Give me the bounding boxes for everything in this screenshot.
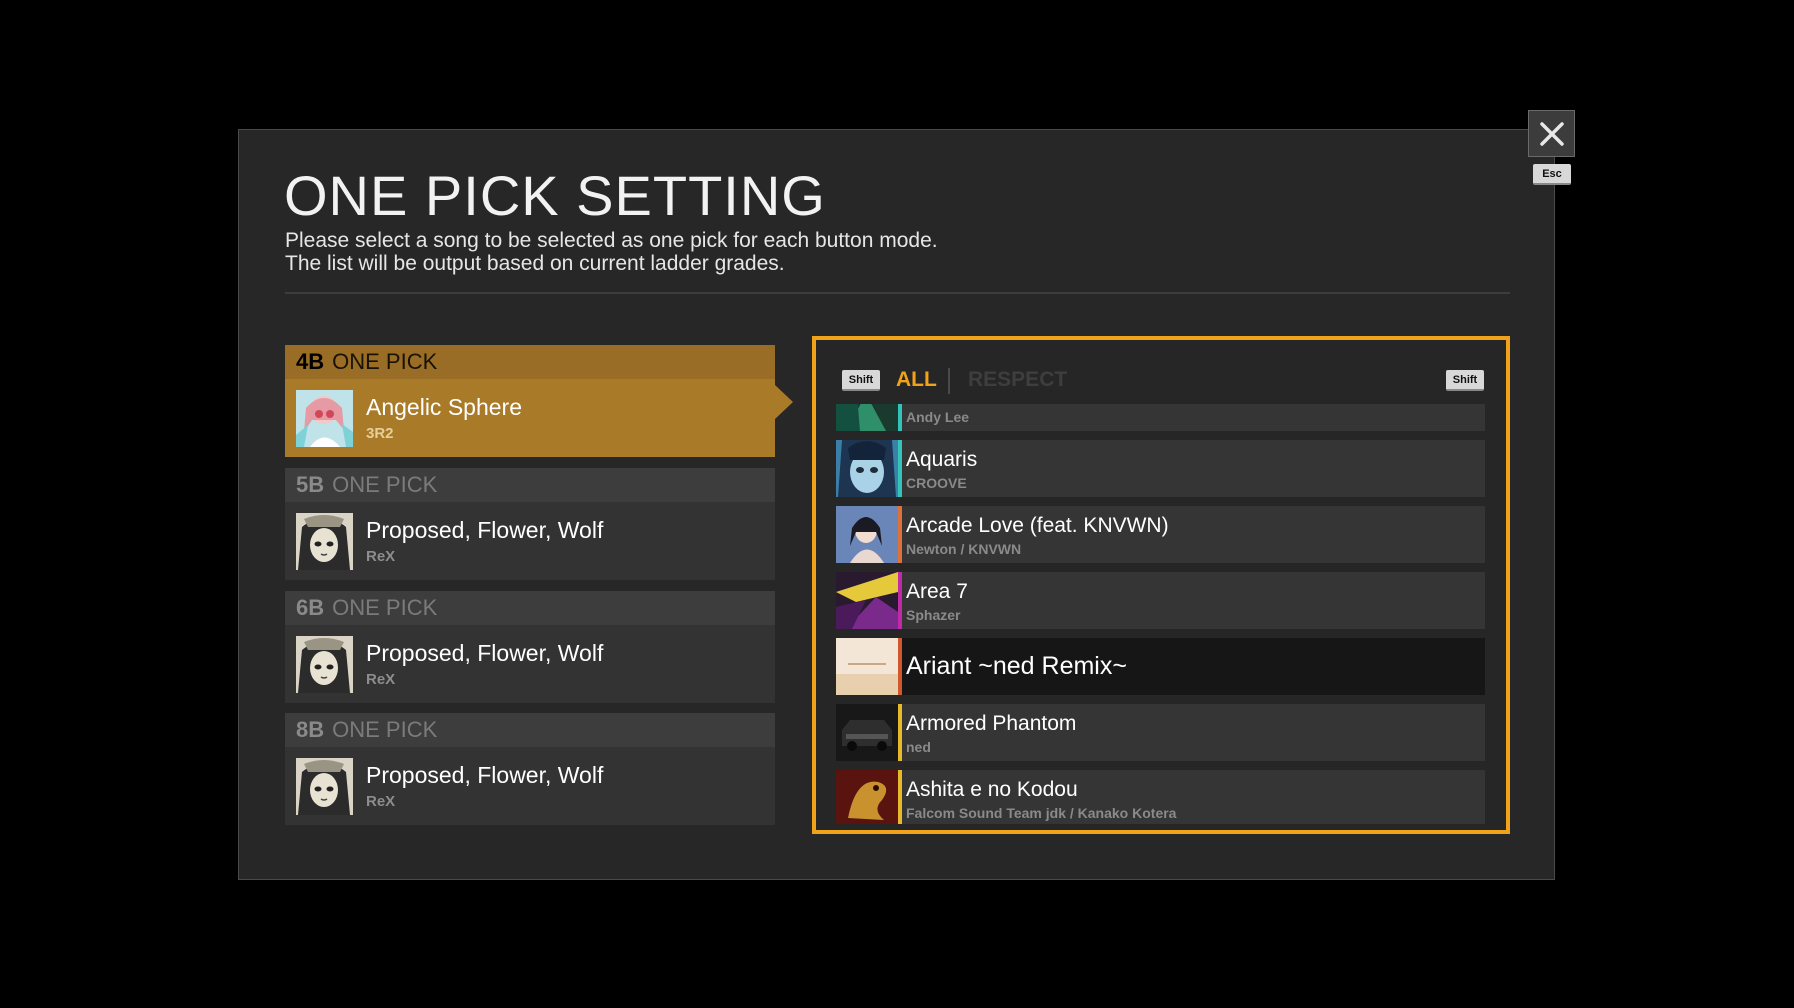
pick-label: ONE PICK	[332, 472, 438, 497]
song-title: Area 7	[906, 580, 968, 603]
song-list[interactable]: Andy Lee Aquaris CROOVE Arcade Love (fea…	[836, 404, 1485, 824]
tab-all[interactable]: ALL	[896, 368, 937, 392]
pick-slot-6b[interactable]: 6B ONE PICK Proposed, Flower, Wolf ReX	[285, 591, 775, 703]
song-list-panel: Shift ALL RESPECT Shift Andy Lee Aquaris…	[812, 336, 1510, 834]
song-jacket	[836, 638, 898, 695]
close-button[interactable]	[1528, 110, 1575, 157]
divider	[285, 292, 1510, 294]
pick-slot-header: 4B ONE PICK	[285, 345, 775, 379]
pick-slot-5b[interactable]: 5B ONE PICK Proposed, Flower, Wolf ReX	[285, 468, 775, 580]
list-item[interactable]: Andy Lee	[836, 404, 1485, 431]
song-title: Arcade Love (feat. KNVWN)	[906, 514, 1169, 537]
pick-mode: 8B	[296, 717, 325, 742]
song-accent-bar	[898, 404, 902, 431]
pick-label: ONE PICK	[332, 595, 438, 620]
pick-song-artist: 3R2	[366, 425, 394, 442]
song-jacket	[836, 506, 898, 563]
song-title: Ariant ~ned Remix~	[906, 652, 1127, 680]
list-item[interactable]: Ashita e no Kodou Falcom Sound Team jdk …	[836, 770, 1485, 824]
song-jacket	[836, 440, 898, 497]
song-artist: ned	[906, 739, 931, 755]
song-title: Aquaris	[906, 448, 978, 471]
song-title: Ashita e no Kodou	[906, 778, 1078, 801]
song-artist: Newton / KNVWN	[906, 541, 1022, 557]
song-jacket	[836, 704, 898, 761]
list-item-selected[interactable]: Ariant ~ned Remix~	[836, 638, 1485, 695]
song-jacket	[296, 513, 353, 570]
pick-slot-8b[interactable]: 8B ONE PICK Proposed, Flower, Wolf ReX	[285, 713, 775, 825]
pick-song-artist: ReX	[366, 793, 396, 810]
pick-label: ONE PICK	[332, 717, 438, 742]
list-item[interactable]: Armored Phantom ned	[836, 704, 1485, 761]
list-item[interactable]: Arcade Love (feat. KNVWN) Newton / KNVWN	[836, 506, 1485, 563]
shift-right-key[interactable]: Shift	[1446, 370, 1484, 391]
pick-mode: 6B	[296, 595, 325, 620]
pick-slot-header: 6B ONE PICK	[285, 591, 775, 625]
song-jacket	[296, 390, 353, 447]
pick-song-title: Proposed, Flower, Wolf	[366, 517, 604, 543]
pick-song-title: Proposed, Flower, Wolf	[366, 640, 604, 666]
song-accent-bar	[898, 770, 902, 824]
pick-slot-header: 8B ONE PICK	[285, 713, 775, 747]
song-title: Armored Phantom	[906, 712, 1077, 735]
song-artist: Andy Lee	[906, 409, 970, 425]
pick-slot-header: 5B ONE PICK	[285, 468, 775, 502]
pick-song-artist: ReX	[366, 671, 396, 688]
tab-respect[interactable]: RESPECT	[968, 368, 1067, 392]
song-artist: CROOVE	[906, 475, 967, 491]
pick-song-title: Angelic Sphere	[366, 394, 522, 420]
close-icon	[1539, 121, 1564, 146]
list-item[interactable]: Aquaris CROOVE	[836, 440, 1485, 497]
song-jacket	[836, 770, 898, 824]
list-item[interactable]: Area 7 Sphazer	[836, 572, 1485, 629]
esc-key-hint: Esc	[1533, 164, 1571, 185]
page-title: ONE PICK SETTING	[284, 164, 826, 227]
shift-left-key[interactable]: Shift	[842, 370, 880, 391]
pick-song-title: Proposed, Flower, Wolf	[366, 762, 604, 788]
pick-song-artist: ReX	[366, 548, 396, 565]
song-accent-bar	[898, 572, 902, 629]
song-artist: Sphazer	[906, 607, 961, 623]
description-line-2: The list will be output based on current…	[285, 252, 785, 275]
song-jacket	[296, 636, 353, 693]
song-jacket	[836, 404, 898, 431]
song-accent-bar	[898, 440, 902, 497]
pick-mode: 5B	[296, 472, 325, 497]
song-accent-bar	[898, 638, 902, 695]
pick-slot-4b[interactable]: 4B ONE PICK Angelic Sphere 3R2	[285, 345, 793, 457]
pick-label: ONE PICK	[332, 349, 438, 374]
song-jacket	[296, 758, 353, 815]
tab-separator	[948, 368, 950, 394]
description: Please select a song to be selected as o…	[285, 229, 938, 275]
song-jacket	[836, 572, 898, 629]
pick-mode: 4B	[296, 349, 325, 374]
song-artist: Falcom Sound Team jdk / Kanako Kotera	[906, 805, 1177, 821]
song-accent-bar	[898, 704, 902, 761]
description-line-1: Please select a song to be selected as o…	[285, 229, 938, 252]
song-accent-bar	[898, 506, 902, 563]
